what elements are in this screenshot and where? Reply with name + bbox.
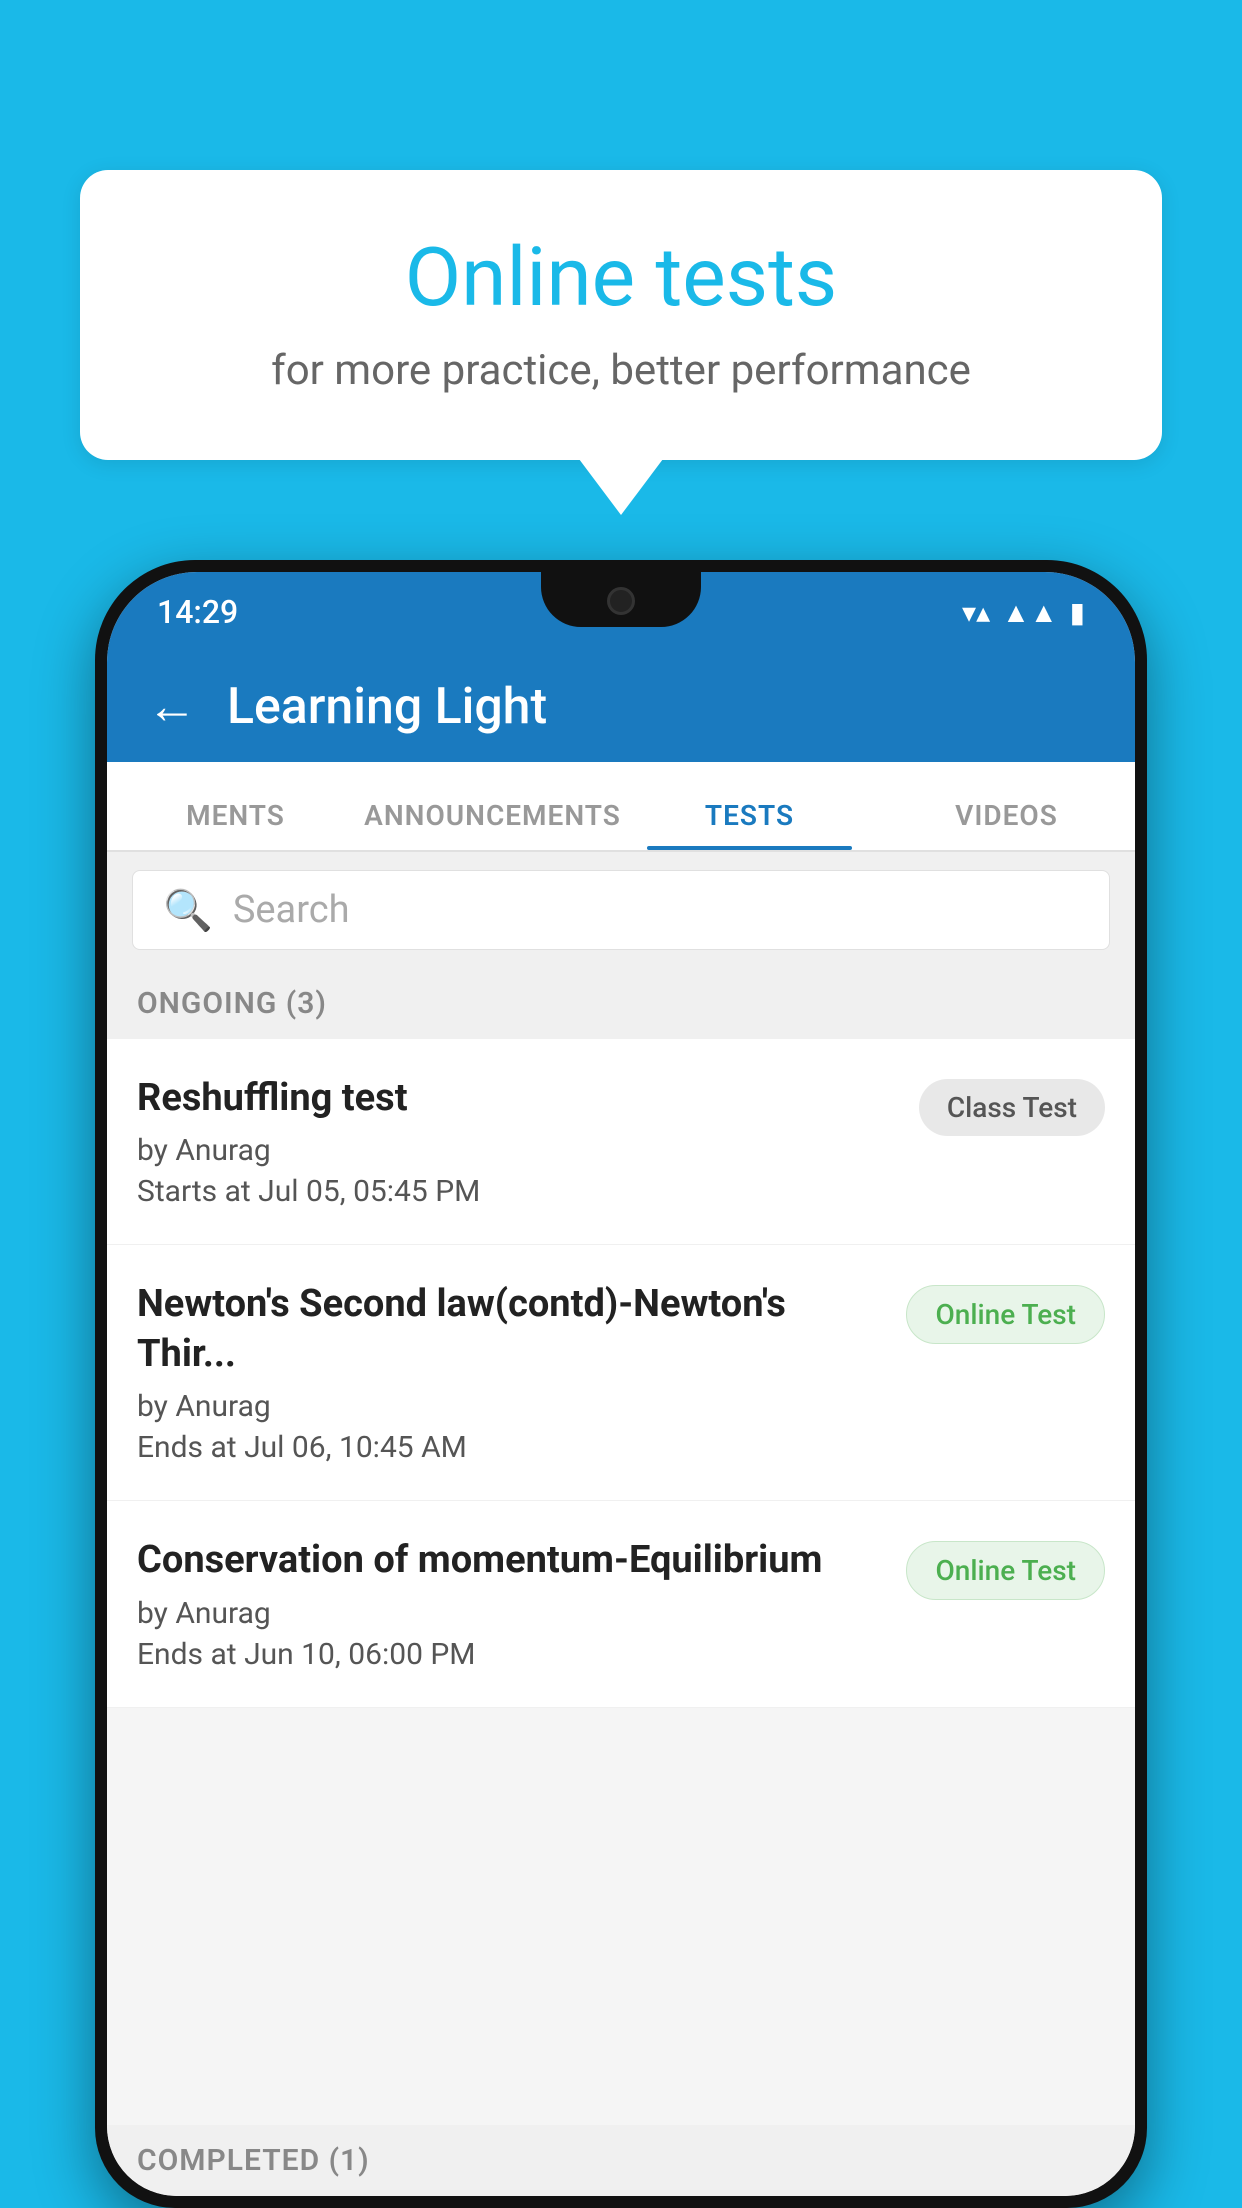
- test-info-1: Reshuffling test by Anurag Starts at Jul…: [137, 1074, 919, 1209]
- test-badge-3: Online Test: [906, 1541, 1105, 1600]
- battery-icon: ▮: [1070, 596, 1085, 629]
- tab-announcements[interactable]: ANNOUNCEMENTS: [364, 799, 621, 850]
- test-name-1: Reshuffling test: [137, 1074, 899, 1123]
- test-list: Reshuffling test by Anurag Starts at Jul…: [107, 1039, 1135, 1708]
- phone-frame: 14:29 ▾▴ ▲▲ ▮ ← Learning Light MENTS ANN…: [95, 560, 1147, 2208]
- signal-icon: ▲▲: [1002, 596, 1057, 629]
- tab-assignments[interactable]: MENTS: [107, 799, 364, 850]
- test-info-3: Conservation of momentum-Equilibrium by …: [137, 1536, 906, 1671]
- search-input[interactable]: Search: [233, 888, 350, 932]
- tab-videos[interactable]: VIDEOS: [878, 799, 1135, 850]
- test-info-2: Newton's Second law(contd)-Newton's Thir…: [137, 1280, 906, 1465]
- wifi-icon: ▾▴: [962, 596, 990, 629]
- test-badge-2: Online Test: [906, 1285, 1105, 1344]
- test-name-2: Newton's Second law(contd)-Newton's Thir…: [137, 1280, 886, 1379]
- phone-notch: [541, 572, 701, 627]
- search-icon: 🔍: [163, 887, 213, 934]
- status-bar: 14:29 ▾▴ ▲▲ ▮: [107, 572, 1135, 652]
- search-container: 🔍 Search: [107, 852, 1135, 968]
- test-author-1: by Anurag: [137, 1133, 899, 1168]
- ongoing-label: ONGOING (3): [137, 986, 327, 1021]
- completed-label: COMPLETED (1): [137, 2143, 370, 2178]
- bubble-subtitle: for more practice, better performance: [140, 346, 1102, 395]
- test-item-3[interactable]: Conservation of momentum-Equilibrium by …: [107, 1501, 1135, 1707]
- ongoing-section-header: ONGOING (3): [107, 968, 1135, 1039]
- test-name-3: Conservation of momentum-Equilibrium: [137, 1536, 886, 1585]
- app-bar: ← Learning Light: [107, 652, 1135, 762]
- back-button[interactable]: ←: [147, 682, 197, 732]
- tabs-bar: MENTS ANNOUNCEMENTS TESTS VIDEOS: [107, 762, 1135, 852]
- status-time: 14:29: [157, 593, 238, 631]
- test-item-1[interactable]: Reshuffling test by Anurag Starts at Jul…: [107, 1039, 1135, 1245]
- test-date-3: Ends at Jun 10, 06:00 PM: [137, 1637, 886, 1672]
- test-date-1: Starts at Jul 05, 05:45 PM: [137, 1174, 899, 1209]
- tab-tests[interactable]: TESTS: [621, 799, 878, 850]
- app-title: Learning Light: [227, 678, 547, 736]
- bubble-title: Online tests: [140, 230, 1102, 326]
- completed-section-header: COMPLETED (1): [107, 2125, 1135, 2196]
- camera: [607, 587, 635, 615]
- test-author-2: by Anurag: [137, 1389, 886, 1424]
- test-badge-1: Class Test: [919, 1079, 1105, 1136]
- status-icons: ▾▴ ▲▲ ▮: [962, 596, 1085, 629]
- test-date-2: Ends at Jul 06, 10:45 AM: [137, 1430, 886, 1465]
- speech-bubble: Online tests for more practice, better p…: [80, 170, 1162, 460]
- search-bar[interactable]: 🔍 Search: [132, 870, 1110, 950]
- test-author-3: by Anurag: [137, 1596, 886, 1631]
- test-item-2[interactable]: Newton's Second law(contd)-Newton's Thir…: [107, 1245, 1135, 1501]
- phone-screen: 14:29 ▾▴ ▲▲ ▮ ← Learning Light MENTS ANN…: [107, 572, 1135, 2196]
